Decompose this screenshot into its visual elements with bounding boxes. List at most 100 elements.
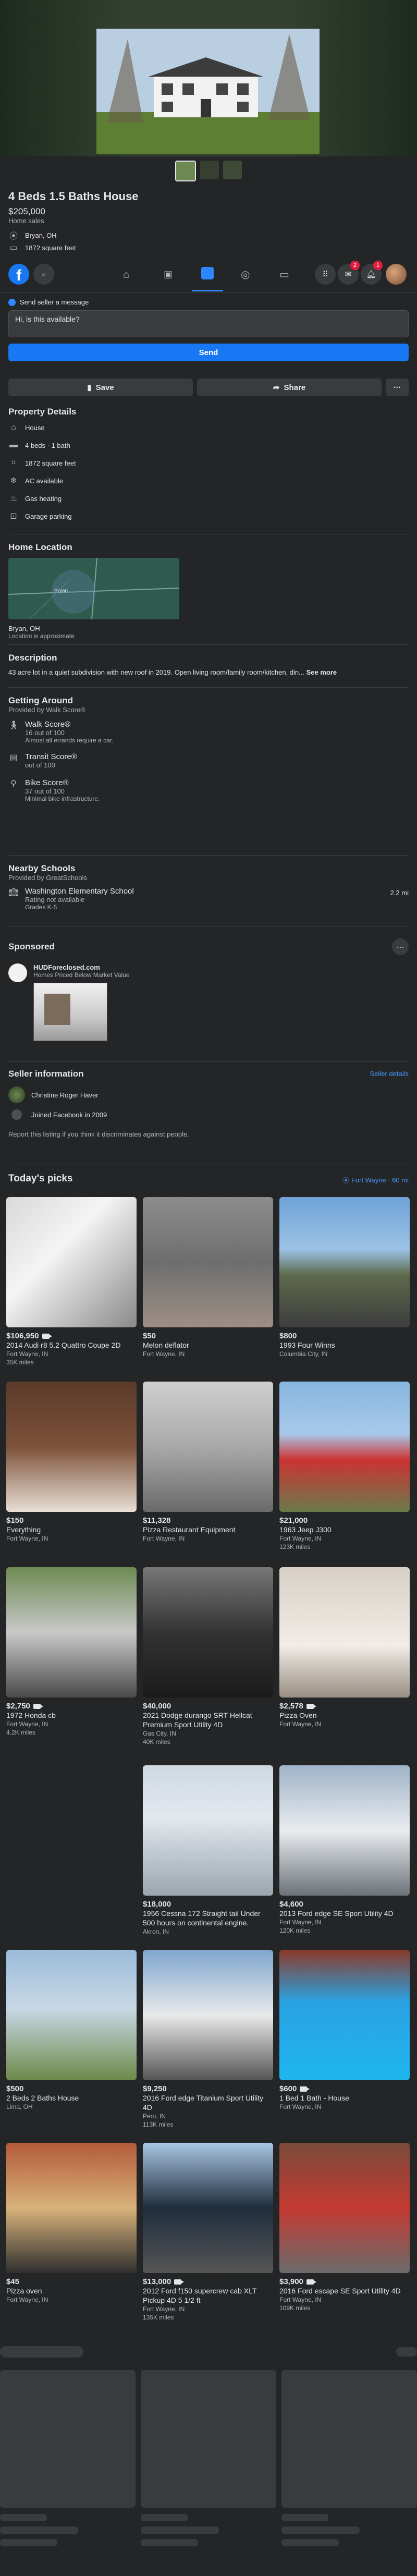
transit-score-value: out of 100 <box>25 761 55 769</box>
watch-icon[interactable]: ▣ <box>164 269 173 280</box>
pick-item-photo[interactable] <box>6 1950 137 2080</box>
pick-item[interactable]: $50 Melon deflator Fort Wayne, IN <box>143 1197 273 1358</box>
pick-item-mileage: 135K miles <box>143 2314 174 2321</box>
walk-score-row: 🚶︎ Walk Score® 16 out of 100 Almost all … <box>8 720 409 744</box>
pick-item[interactable]: $600 1 Bed 1 Bath - House Fort Wayne, IN <box>279 1950 410 2111</box>
picks-location-link[interactable]: ⦿ Fort Wayne · 60 mi <box>342 1175 409 1185</box>
gaming-icon[interactable]: ▭ <box>279 268 289 281</box>
pick-item[interactable]: $2,578 Pizza Oven Fort Wayne, IN <box>279 1567 410 1728</box>
pick-item-title: Pizza Restaurant Equipment <box>143 1525 236 1534</box>
pick-item-photo[interactable] <box>279 1197 410 1327</box>
school-icon: 🏫︎ <box>8 888 19 897</box>
more-options-button[interactable]: ··· <box>386 379 409 396</box>
map-roads <box>8 558 179 619</box>
pick-item-mileage: 113K miles <box>143 2121 174 2128</box>
pick-item[interactable]: $500 2 Beds 2 Baths House Lima, OH <box>6 1950 137 2111</box>
school-rating: Rating not available <box>25 896 85 904</box>
message-input[interactable]: Hi, is this available? <box>8 310 409 337</box>
pick-item-location: Gas City, IN <box>143 1730 176 1737</box>
pick-item[interactable]: $3,900 2016 Ford escape SE Sport Utility … <box>279 2143 410 2312</box>
sponsored-more-button[interactable]: ··· <box>392 938 409 955</box>
pick-item-photo[interactable] <box>6 1382 137 1512</box>
pick-item[interactable]: $45 Pizza oven Fort Wayne, IN <box>6 2143 137 2304</box>
pick-item[interactable]: $106,950 2014 Audi r8 5.2 Quattro Coupe 2… <box>6 1197 137 1366</box>
pick-item-photo[interactable] <box>143 1197 273 1327</box>
loading-skeleton-bar <box>396 2347 417 2357</box>
walk-icon: 🚶︎ <box>8 721 19 730</box>
pick-item-photo[interactable] <box>143 1950 273 2080</box>
bookmark-icon: ▮ <box>87 383 92 392</box>
sponsored-ad[interactable]: HUDForeclosed.com Homes Priced Below Mar… <box>8 963 409 1041</box>
pick-item[interactable]: $2,750 1972 Honda cb Fort Wayne, IN 4.2K mi… <box>6 1567 137 1737</box>
thumbnail-1[interactable] <box>175 161 196 181</box>
pick-item-photo[interactable] <box>143 1382 273 1512</box>
flame-icon: ♨ <box>9 494 18 503</box>
send-button-label: Send <box>199 348 218 357</box>
thumbnail-3[interactable] <box>223 161 242 179</box>
see-more-link[interactable]: See more <box>306 668 337 676</box>
pick-item[interactable]: $800 1993 Four Winns Columbia City, IN <box>279 1197 410 1358</box>
pick-item-price: $150 <box>6 1516 24 1525</box>
house-illustration <box>96 29 320 154</box>
pick-item-photo[interactable] <box>143 1567 273 1698</box>
school-row[interactable]: 🏫︎ Washington Elementary School Rating n… <box>8 887 409 911</box>
property-item-label: Gas heating <box>25 494 62 503</box>
thumbnail-2[interactable] <box>200 161 219 179</box>
pick-item-photo[interactable] <box>143 1765 273 1896</box>
home-icon[interactable]: ⌂ <box>123 269 129 281</box>
location-note: Location is approximate <box>8 632 75 640</box>
video-icon <box>306 2279 316 2285</box>
pick-item[interactable]: $13,000 2012 Ford f150 supercrew cab XLT … <box>143 2143 273 2322</box>
search-icon[interactable]: ⌕ <box>33 264 54 285</box>
location-map[interactable]: Bryan <box>8 558 179 619</box>
seller-row[interactable]: Christine Roger Haver <box>8 1086 409 1103</box>
pick-item-photo[interactable] <box>279 2143 410 2273</box>
pick-item[interactable]: $9,250 2016 Ford edge Titanium Sport Util… <box>143 1950 273 2129</box>
pick-item[interactable]: $4,600 2013 Ford edge SE Sport Utility 4D… <box>279 1765 410 1935</box>
send-button[interactable]: Send <box>8 344 409 361</box>
pick-item-location: Fort Wayne, IN <box>6 1720 48 1728</box>
sponsored-image[interactable] <box>33 983 107 1041</box>
pick-item-photo[interactable] <box>143 2143 273 2273</box>
report-listing-text[interactable]: Report this listing if you think it disc… <box>8 1130 409 1138</box>
listing-photo[interactable] <box>96 29 320 154</box>
pick-item[interactable]: $21,000 1963 Jeep J300 Fort Wayne, IN 123K … <box>279 1382 410 1551</box>
pick-item-location: Fort Wayne, IN <box>6 1350 48 1358</box>
marketplace-icon[interactable] <box>201 267 214 279</box>
pick-item-price: $4,600 <box>279 1900 303 1909</box>
pick-item-photo[interactable] <box>6 1197 137 1327</box>
pick-item-price-row: $3,900 <box>279 2277 410 2286</box>
pick-item[interactable]: $18,000 1956 Cessna 172 Straight tail Und… <box>143 1765 273 1936</box>
pick-item[interactable]: $11,328 Pizza Restaurant Equipment Fort Wa… <box>143 1382 273 1543</box>
picks-location: Fort Wayne · 60 mi <box>351 1176 409 1184</box>
property-details-title: Property Details <box>8 407 77 417</box>
pick-item-price-row: $2,750 <box>6 1702 137 1711</box>
car-icon: ⊡ <box>10 512 17 521</box>
share-button[interactable]: ➦ Share <box>197 379 382 396</box>
pick-item[interactable]: $150 Everything Fort Wayne, IN <box>6 1382 137 1543</box>
pick-item-photo[interactable] <box>6 2143 137 2273</box>
pick-item-title: 2012 Ford f150 supercrew cab XLT Pickup … <box>143 2287 257 2304</box>
pick-item-photo[interactable] <box>279 1950 410 2080</box>
pick-item-price-row: $21,000 <box>279 1516 410 1525</box>
pick-item[interactable]: $40,000 2021 Dodge durango SRT Hellcat Pr… <box>143 1567 273 1746</box>
home-location-title: Home Location <box>8 542 72 552</box>
pick-item-photo[interactable] <box>279 1567 410 1698</box>
getting-around-title: Getting Around <box>8 695 73 705</box>
listing-price: $205,000 <box>8 206 45 216</box>
pick-item-price-row: $500 <box>6 2084 137 2093</box>
description-body: 43 acre lot in a quiet subdivision with … <box>8 668 409 676</box>
avatar[interactable] <box>386 264 407 285</box>
seller-name: Christine Roger Haver <box>31 1091 99 1099</box>
menu-grid-icon[interactable]: ⠿ <box>315 264 336 285</box>
pick-item-location: Fort Wayne, IN <box>143 1535 185 1542</box>
pick-item-photo[interactable] <box>279 1382 410 1512</box>
facebook-logo[interactable]: f <box>8 264 29 285</box>
seller-details-link[interactable]: Seller details <box>370 1070 409 1078</box>
save-button[interactable]: ▮ Save <box>8 379 193 396</box>
pick-item-photo[interactable] <box>279 1765 410 1896</box>
groups-icon[interactable]: ◎ <box>241 268 250 281</box>
pick-item-location: Fort Wayne, IN <box>279 2103 322 2110</box>
ruler-icon: ▭ <box>9 245 18 251</box>
pick-item-photo[interactable] <box>6 1567 137 1698</box>
